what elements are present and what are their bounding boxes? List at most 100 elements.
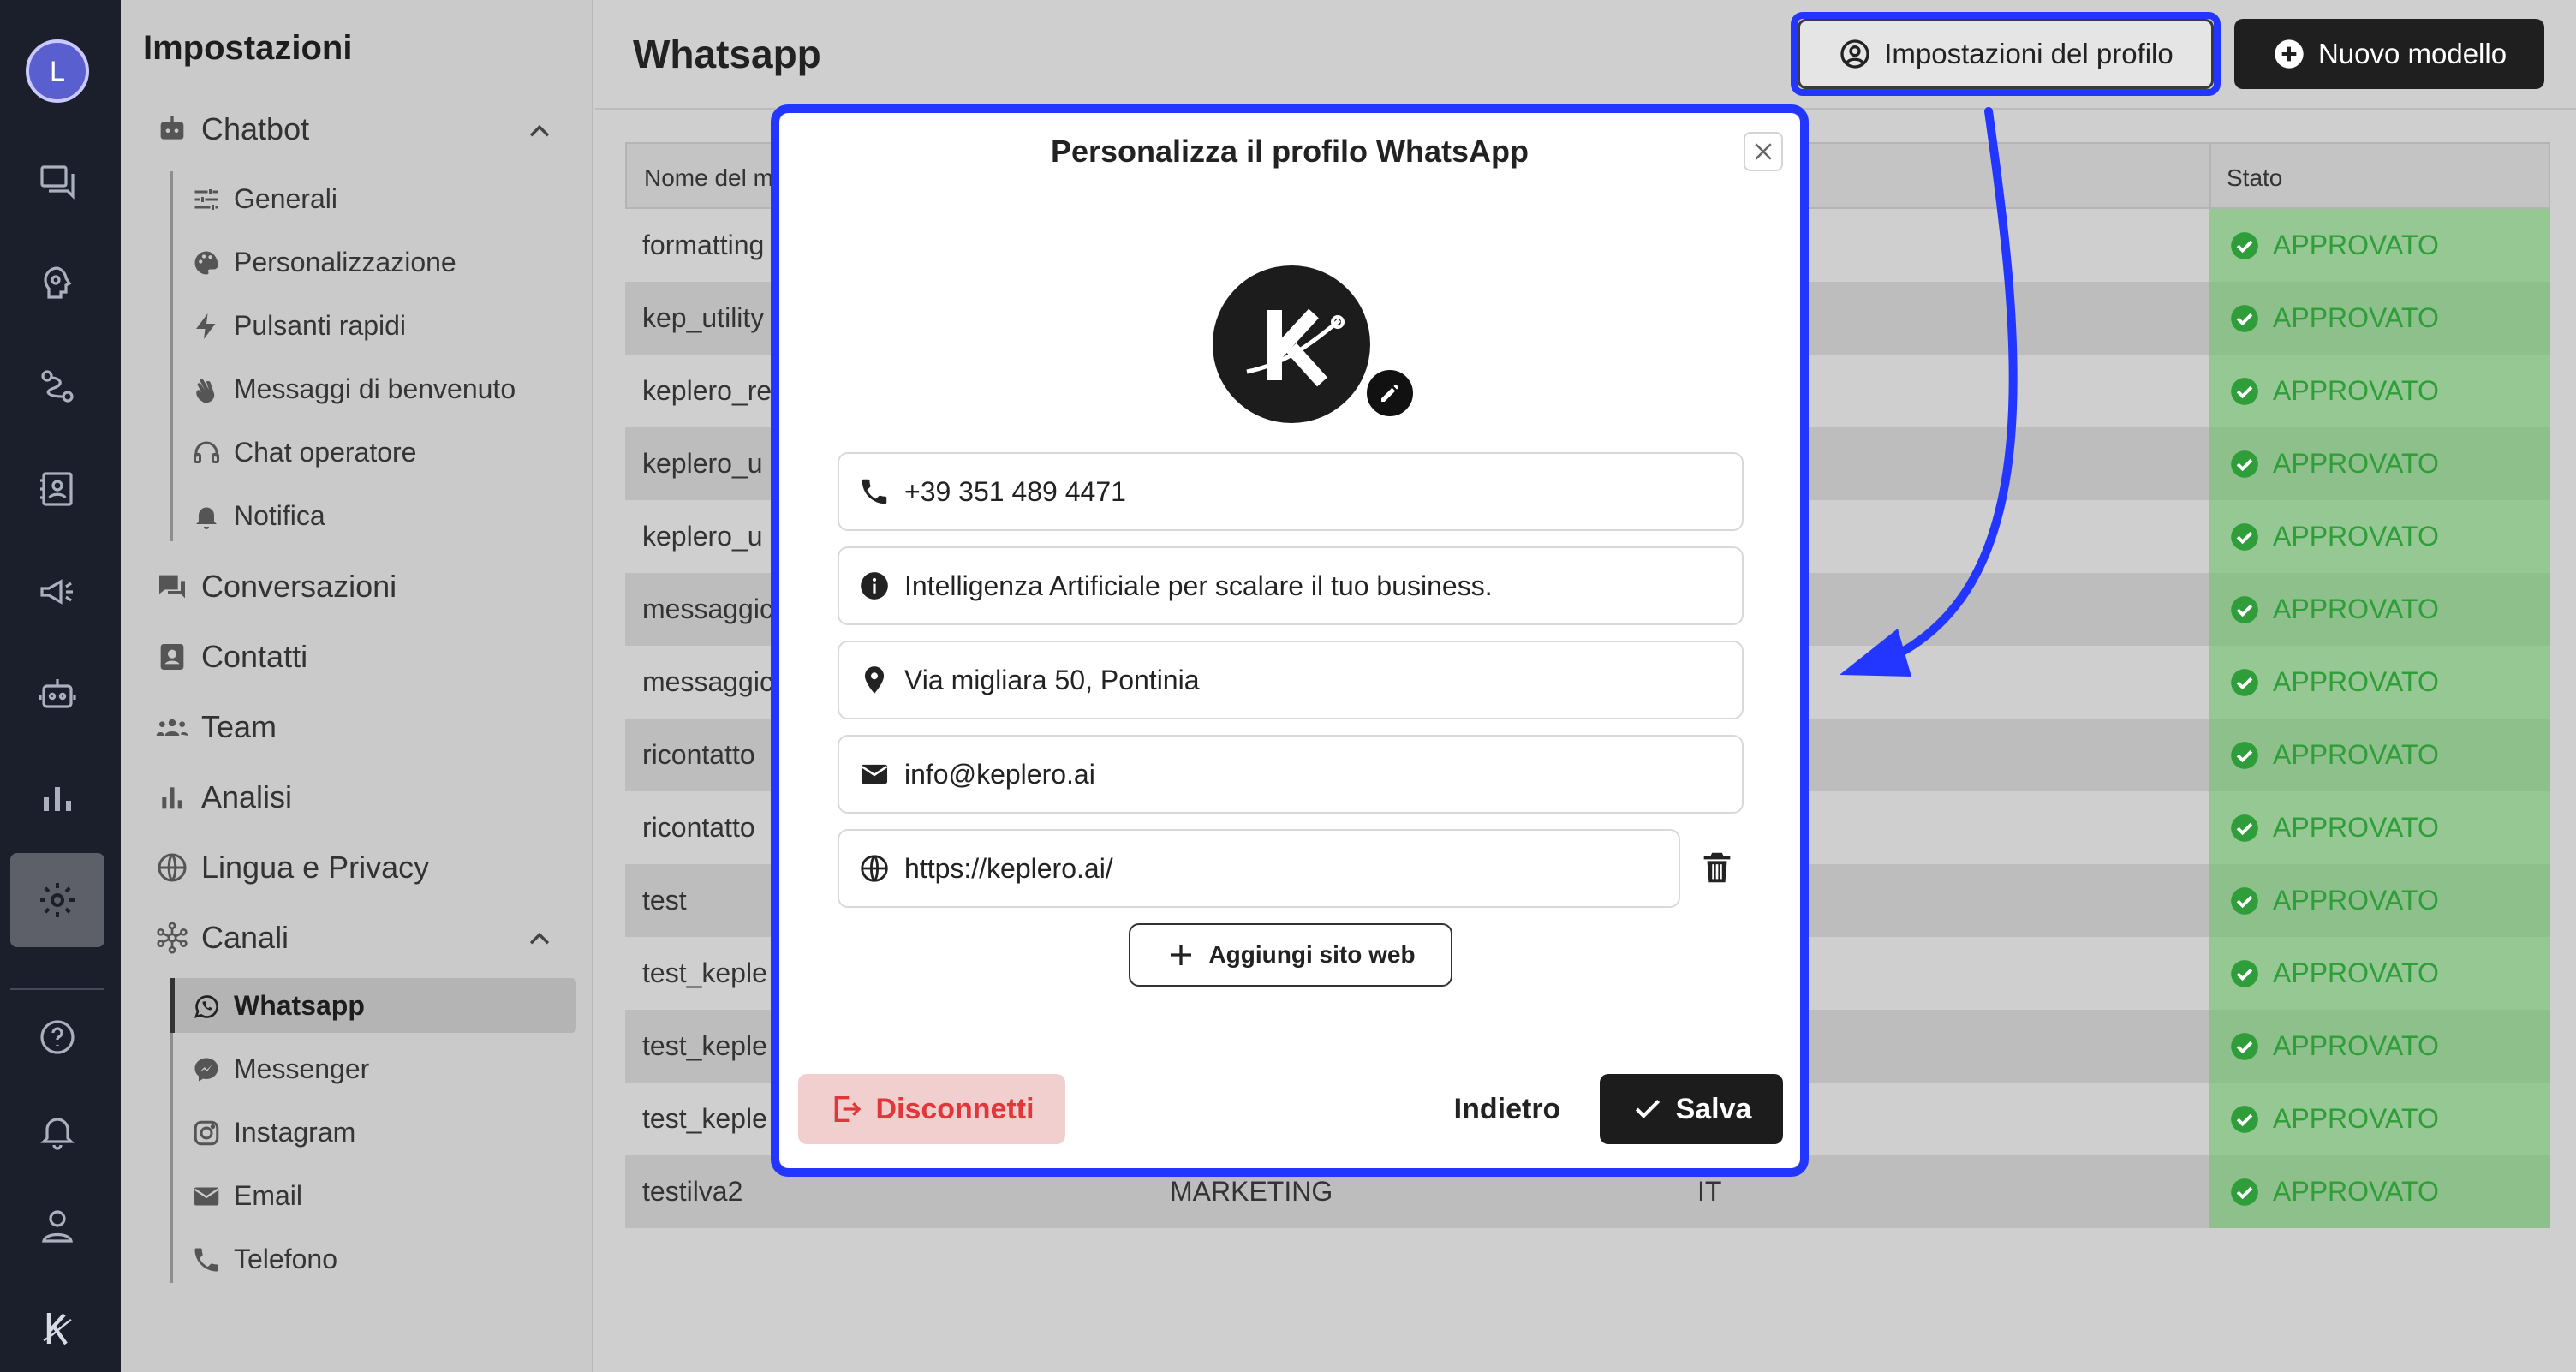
check-circle-icon — [2231, 304, 2258, 332]
sidebar-item-email[interactable]: Email — [191, 1180, 302, 1212]
website-field[interactable]: https://keplero.ai/ — [838, 829, 1680, 908]
whatsapp-icon — [194, 994, 218, 1018]
profile-settings-button[interactable]: Impostazioni del profilo — [1798, 19, 2214, 89]
megaphone-icon[interactable] — [31, 565, 84, 618]
status-badge: APPROVATO — [2209, 864, 2550, 937]
envelope-icon — [861, 764, 888, 784]
phone-icon — [194, 1248, 218, 1271]
check-circle-icon — [2231, 231, 2258, 259]
close-icon — [1755, 143, 1772, 160]
sidebar-item-chat-operatore[interactable]: Chat operatore — [191, 437, 416, 468]
new-template-button[interactable]: Nuovo modello — [2234, 19, 2544, 89]
check-icon — [1635, 1100, 1660, 1118]
modal-title: Personalizza il profilo WhatsApp — [1050, 134, 1530, 169]
gear-icon[interactable] — [31, 874, 84, 927]
sidebar-item-personalizzazione[interactable]: Personalizzazione — [191, 247, 456, 278]
bot-icon[interactable] — [31, 668, 84, 721]
check-circle-icon — [2231, 522, 2258, 551]
sidebar-item-instagram[interactable]: Instagram — [191, 1117, 355, 1148]
edit-logo-button[interactable] — [1363, 367, 1416, 420]
contacts-icon[interactable] — [31, 462, 84, 516]
bell-icon — [196, 507, 217, 529]
rail-divider — [10, 988, 104, 990]
status-badge: APPROVATO — [2209, 573, 2550, 646]
check-circle-icon — [2231, 1105, 2258, 1133]
template-name: ricontatto — [642, 739, 755, 770]
template-name: test_keple — [642, 1103, 767, 1134]
address-field[interactable]: Via migliara 50, Pontinia — [838, 641, 1744, 719]
status-badge: APPROVATO — [2209, 646, 2550, 719]
sidebar-item-messaggi-benvenuto[interactable]: Messaggi di benvenuto — [191, 373, 516, 405]
template-name: test — [642, 885, 687, 916]
phone-icon — [862, 479, 887, 504]
sidebar-section-canali[interactable]: Canali — [155, 920, 289, 956]
check-circle-icon — [2231, 959, 2258, 987]
status-badge: APPROVATO — [2209, 500, 2550, 573]
template-name: ricontatto — [642, 812, 755, 843]
status-badge: APPROVATO — [2209, 427, 2550, 500]
status-badge: APPROVATO — [2209, 1155, 2550, 1228]
sidebar-section-lingua-privacy[interactable]: Lingua e Privacy — [155, 850, 429, 886]
add-website-button[interactable]: Aggiungi sito web — [1129, 923, 1452, 987]
page-title: Whatsapp — [633, 32, 821, 76]
keplero-logo-icon — [1246, 308, 1345, 387]
status-badge: APPROVATO — [2209, 282, 2550, 355]
chevron-up-icon[interactable] — [525, 925, 554, 954]
status-badge: APPROVATO — [2209, 791, 2550, 864]
workflow-icon[interactable] — [31, 360, 84, 413]
keplero-logo-icon — [31, 1302, 84, 1355]
template-name: testilva2 — [642, 1176, 743, 1207]
help-icon[interactable] — [31, 1011, 84, 1064]
sliders-icon — [194, 188, 218, 210]
globe-icon — [861, 855, 888, 882]
bell-icon[interactable] — [31, 1105, 84, 1158]
template-name: messaggic — [642, 666, 773, 697]
check-circle-icon — [2231, 741, 2258, 769]
profile-logo[interactable] — [1213, 265, 1370, 423]
sidebar-item-generali[interactable]: Generali — [191, 183, 337, 215]
sidebar-section-analisi[interactable]: Analisi — [155, 779, 292, 815]
status-badge: APPROVATO — [2209, 937, 2550, 1010]
sidebar-title: Impostazioni — [143, 29, 353, 67]
brain-icon[interactable] — [31, 257, 84, 310]
email-field[interactable]: info@keplero.ai — [838, 735, 1744, 814]
phone-field[interactable]: +39 351 489 4471 — [838, 452, 1744, 531]
save-button[interactable]: Salva — [1600, 1074, 1783, 1144]
check-circle-icon — [2231, 1032, 2258, 1060]
template-name: formatting — [642, 230, 765, 260]
sidebar-section-conversazioni[interactable]: Conversazioni — [155, 569, 397, 605]
location-pin-icon — [864, 666, 885, 694]
disconnect-button[interactable]: Disconnetti — [798, 1074, 1065, 1144]
sidebar-item-messenger[interactable]: Messenger — [191, 1053, 369, 1085]
sidebar-section-chatbot[interactable]: Chatbot — [155, 111, 309, 147]
user-icon[interactable] — [31, 1199, 84, 1252]
template-name: test_keple — [642, 957, 767, 988]
check-circle-icon — [2231, 377, 2258, 405]
icon-rail: L — [0, 0, 121, 1372]
trash-icon[interactable] — [1697, 848, 1737, 887]
template-name: keplero_u — [642, 521, 763, 552]
sidebar-item-pulsanti-rapidi[interactable]: Pulsanti rapidi — [191, 310, 406, 342]
sidebar-item-telefono[interactable]: Telefono — [191, 1244, 337, 1275]
chat-icon[interactable] — [31, 154, 84, 207]
template-name: kep_utility — [642, 302, 765, 333]
robot-icon — [160, 116, 184, 140]
template-category: MARKETING — [1170, 1176, 1333, 1207]
headset-icon — [194, 441, 219, 463]
plus-circle-icon — [2275, 39, 2304, 69]
close-button[interactable] — [1744, 132, 1783, 171]
sidebar-item-notifica[interactable]: Notifica — [191, 500, 325, 532]
template-name: messaggic — [642, 594, 773, 624]
description-field[interactable]: Intelligenza Artificiale per scalare il … — [838, 546, 1744, 625]
sidebar-item-whatsapp[interactable]: Whatsapp — [191, 990, 365, 1022]
lightning-icon — [196, 313, 216, 339]
check-circle-icon — [2231, 1178, 2258, 1206]
settings-sidebar: Impostazioni Chatbot Generali Personaliz… — [121, 0, 593, 1372]
envelope-icon — [194, 1187, 219, 1205]
avatar[interactable]: L — [26, 39, 89, 103]
sidebar-section-contatti[interactable]: Contatti — [155, 639, 307, 675]
chevron-up-icon[interactable] — [525, 117, 554, 146]
back-button[interactable]: Indietro — [1430, 1074, 1584, 1144]
sidebar-section-team[interactable]: Team — [155, 709, 277, 745]
analytics-icon[interactable] — [31, 771, 84, 824]
